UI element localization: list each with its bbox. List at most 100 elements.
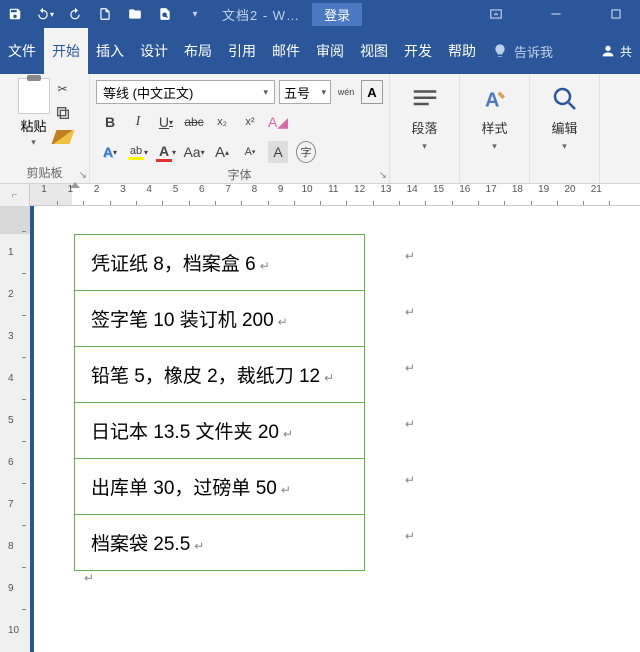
ruler-vertical[interactable]: 12345678910 (0, 206, 30, 652)
tab-design[interactable]: 设计 (132, 28, 176, 74)
ribbon-group-font: 等线 (中文正文)▾ 五号▾ wén A B I U▾ abc x₂ x² A◢… (90, 74, 390, 183)
subscript-button[interactable]: x₂ (212, 111, 232, 133)
maximize-icon[interactable] (596, 3, 636, 25)
char-border-button[interactable]: A (361, 80, 383, 104)
phonetic-guide-button[interactable]: wén (335, 80, 357, 104)
table-cell[interactable]: 日记本 13.5 文件夹 20↵↵ (75, 403, 365, 459)
table-cell[interactable]: 签字笔 10 装订机 200↵↵ (75, 291, 365, 347)
redo-icon[interactable] (64, 3, 86, 25)
tab-file[interactable]: 文件 (0, 28, 44, 74)
grow-font-button[interactable]: A▴ (212, 141, 232, 163)
styles-button[interactable]: A 样式▾ (480, 78, 510, 152)
ruler-tick: 21 (589, 184, 603, 195)
ribbon-group-paragraph: 段落▾ (390, 74, 460, 183)
tell-me-search[interactable]: 告诉我 (492, 42, 553, 61)
enclose-char-button[interactable]: 字 (296, 141, 316, 163)
ruler-tick: 2 (90, 184, 104, 195)
change-case-button[interactable]: Aa▾ (184, 141, 204, 163)
underline-button[interactable]: U▾ (156, 111, 176, 133)
font-color-button[interactable]: A▾ (156, 141, 176, 163)
paragraph-mark-icon: ↵ (84, 571, 94, 585)
ruler-tick: 1 (8, 247, 14, 258)
open-icon[interactable] (124, 3, 146, 25)
save-icon[interactable] (4, 3, 26, 25)
dialog-launcher-icon[interactable]: ↘ (79, 170, 87, 181)
tab-review[interactable]: 审阅 (308, 28, 352, 74)
table-cell[interactable]: 铅笔 5，橡皮 2，裁纸刀 12↵↵ (75, 347, 365, 403)
ribbon-group-editing: 编辑▾ (530, 74, 600, 183)
copy-icon[interactable] (54, 104, 72, 122)
ruler-horizontal[interactable]: ⌐ 1123456789101112131415161718192021 (0, 184, 640, 206)
table-row[interactable]: 凭证纸 8，档案盒 6↵↵ (75, 235, 365, 291)
qat-customize-icon[interactable]: ▾ (184, 3, 206, 25)
paragraph-mark-icon: ↵ (278, 315, 288, 329)
format-painter-icon[interactable] (54, 128, 72, 146)
strikethrough-button[interactable]: abc (184, 111, 204, 133)
ruler-corner: ⌐ (0, 184, 30, 206)
table-row[interactable]: 日记本 13.5 文件夹 20↵↵ (75, 403, 365, 459)
text-effects-button[interactable]: A▾ (100, 141, 120, 163)
tab-developer[interactable]: 开发 (396, 28, 440, 74)
ruler-tick: 9 (274, 184, 288, 195)
ruler-tick: 4 (142, 184, 156, 195)
paragraph-mark-icon: ↵ (405, 305, 415, 319)
highlight-button[interactable]: ab▾ (128, 141, 148, 163)
editing-button[interactable]: 编辑▾ (550, 78, 580, 152)
ruler-tick: 1 (37, 184, 51, 195)
bold-button[interactable]: B (100, 111, 120, 133)
ruler-tick: 7 (221, 184, 235, 195)
table-cell[interactable]: 档案袋 25.5↵↵ (75, 515, 365, 571)
share-button[interactable]: 共 (600, 43, 640, 60)
dialog-launcher-icon[interactable]: ↘ (379, 170, 387, 181)
document-page[interactable]: 凭证纸 8，档案盒 6↵↵签字笔 10 装订机 200↵↵铅笔 5，橡皮 2，裁… (30, 206, 640, 652)
ruler-tick: 14 (405, 184, 419, 195)
ruler-tick: 10 (8, 625, 19, 636)
table-cell[interactable]: 出库单 30，过磅单 50↵↵ (75, 459, 365, 515)
font-size-combo[interactable]: 五号▾ (279, 80, 331, 104)
cut-icon[interactable]: ✂ (54, 80, 72, 98)
ribbon-options-icon[interactable] (476, 3, 516, 25)
table-row[interactable]: 档案袋 25.5↵↵ (75, 515, 365, 571)
tab-mailings[interactable]: 邮件 (264, 28, 308, 74)
paragraph-button[interactable]: 段落▾ (410, 78, 440, 152)
shrink-font-button[interactable]: A▾ (240, 141, 260, 163)
print-preview-icon[interactable] (154, 3, 176, 25)
table-row[interactable]: 铅笔 5，橡皮 2，裁纸刀 12↵↵ (75, 347, 365, 403)
italic-button[interactable]: I (128, 111, 148, 133)
char-shading-button[interactable]: A (268, 141, 288, 163)
tab-view[interactable]: 视图 (352, 28, 396, 74)
font-name-combo[interactable]: 等线 (中文正文)▾ (96, 80, 275, 104)
ruler-tick: 7 (8, 499, 14, 510)
paragraph-mark-icon: ↵ (405, 249, 415, 263)
clear-formatting-button[interactable]: A◢ (268, 111, 288, 133)
paragraph-mark-icon: ↵ (405, 361, 415, 375)
ribbon: 粘贴 ▾ ✂ 剪贴板 ↘ 等线 (中文正文)▾ 五号▾ wén A B I U▾ (0, 74, 640, 184)
tab-layout[interactable]: 布局 (176, 28, 220, 74)
menu-bar: 文件 开始 插入 设计 布局 引用 邮件 审阅 视图 开发 帮助 告诉我 共 (0, 28, 640, 74)
paragraph-mark-icon: ↵ (405, 473, 415, 487)
paste-button[interactable]: 粘贴 ▾ (18, 78, 50, 148)
paragraph-mark-icon: ↵ (405, 417, 415, 431)
tab-insert[interactable]: 插入 (88, 28, 132, 74)
styles-icon: A (480, 84, 510, 114)
search-icon (550, 84, 580, 114)
lightbulb-icon (492, 43, 508, 59)
clipboard-icon (18, 78, 50, 114)
table-cell[interactable]: 凭证纸 8，档案盒 6↵↵ (75, 235, 365, 291)
superscript-button[interactable]: x² (240, 111, 260, 133)
ruler-tick: 20 (563, 184, 577, 195)
paragraph-mark-icon: ↵ (281, 483, 291, 497)
minimize-icon[interactable] (536, 3, 576, 25)
new-doc-icon[interactable] (94, 3, 116, 25)
undo-icon[interactable]: ▾ (34, 3, 56, 25)
paragraph-mark-icon: ↵ (283, 427, 293, 441)
tab-help[interactable]: 帮助 (440, 28, 484, 74)
tab-references[interactable]: 引用 (220, 28, 264, 74)
document-table[interactable]: 凭证纸 8，档案盒 6↵↵签字笔 10 装订机 200↵↵铅笔 5，橡皮 2，裁… (74, 234, 365, 571)
login-button[interactable]: 登录 (312, 3, 362, 26)
ruler-tick: 19 (537, 184, 551, 195)
table-row[interactable]: 出库单 30，过磅单 50↵↵ (75, 459, 365, 515)
table-row[interactable]: 签字笔 10 装订机 200↵↵ (75, 291, 365, 347)
ruler-tick: 3 (8, 331, 14, 342)
tab-home[interactable]: 开始 (44, 28, 88, 74)
